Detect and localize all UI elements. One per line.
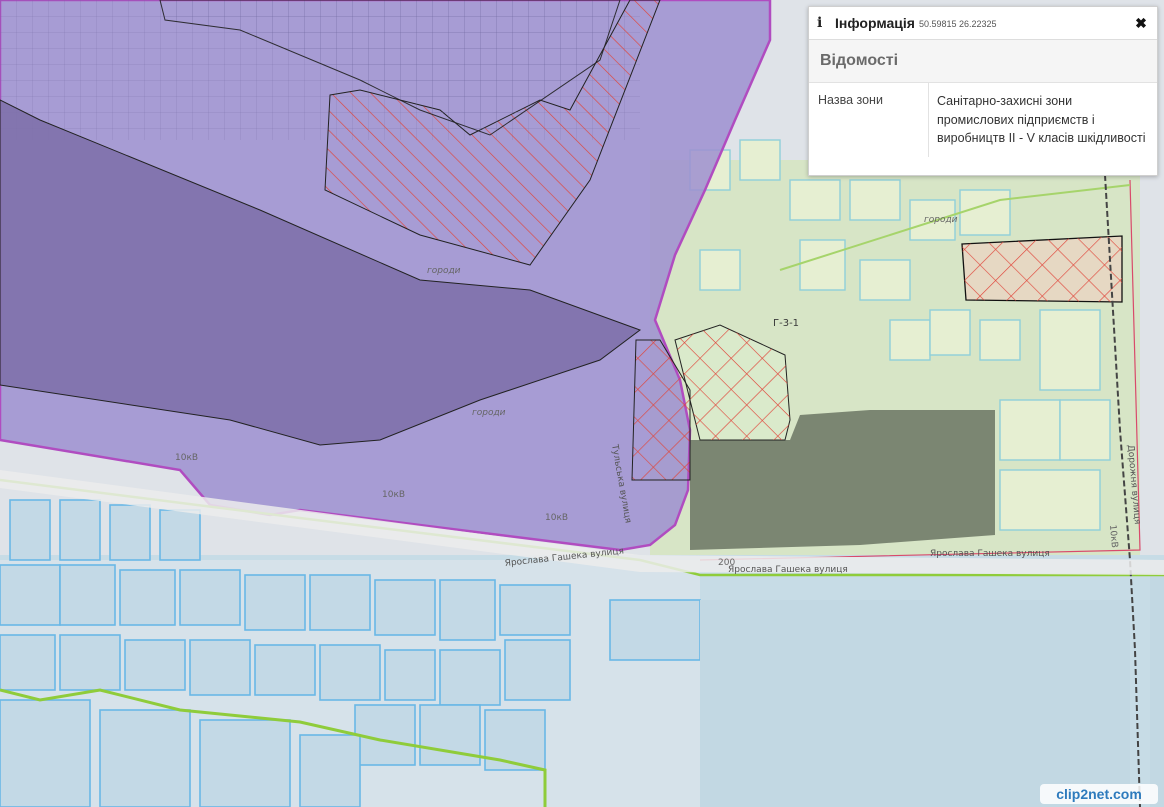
info-coordinates: 50.59815 26.22325 [918,19,997,29]
crosshatch-zone-3-hatch [962,236,1122,302]
street-label: Ярослава Гашека вулиця [728,565,848,575]
info-section-title: Відомості [820,52,899,69]
zone-code-label: Г-3-1 [773,318,799,329]
info-row-label: Назва зони [809,83,929,157]
power-line-label: 10кВ [175,453,198,463]
water-right-2 [1150,560,1164,807]
info-row-value: Санітарно-захисні зони промислових підпр… [937,94,1146,145]
gardens-label: городи [472,408,506,418]
power-line-label: 10кВ [545,513,568,523]
info-icon: i [817,15,823,31]
info-title: Інформація [835,15,915,31]
info-section-header: Відомості [809,40,1157,83]
power-line-label: 10кВ [382,490,405,500]
gardens-label: городи [427,266,461,276]
close-icon[interactable]: ✖ [1133,15,1149,32]
info-panel: i Інформація 50.59815 26.22325 ✖ Відомос… [808,6,1158,176]
watermark: clip2net.com [1040,784,1158,804]
info-header: i Інформація 50.59815 26.22325 ✖ [809,7,1157,40]
info-row: Назва зони Санітарно-захисні зони промис… [809,83,1157,157]
number-label: 200 [718,558,735,568]
gardens-label: городи [924,215,958,225]
power-line-label: 10кВ [1107,524,1119,548]
water-right [700,600,1130,807]
street-label: Ярослава Гашека вулиця [930,549,1050,559]
